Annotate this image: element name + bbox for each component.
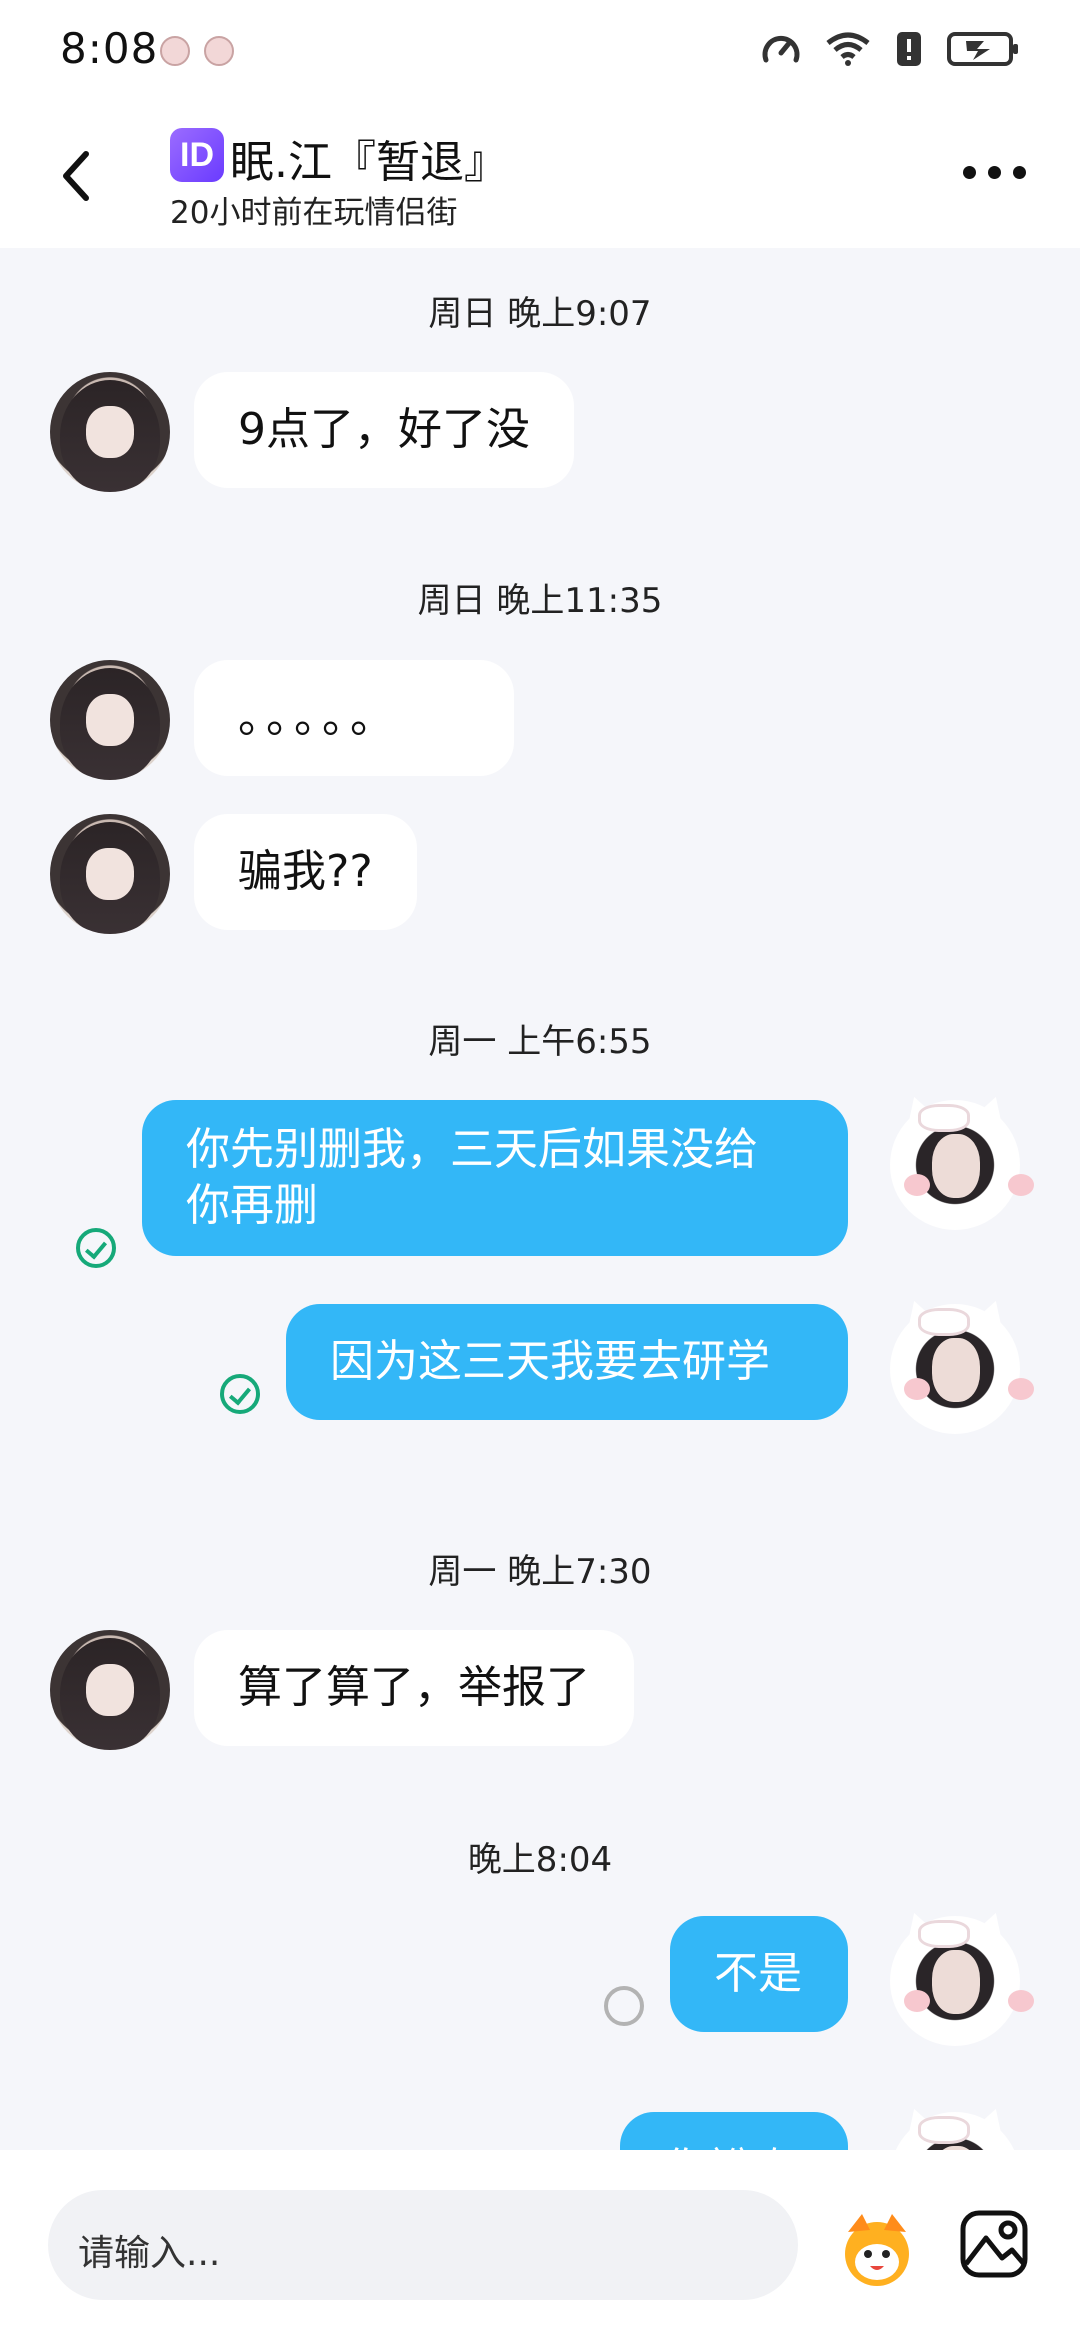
status-time: 8:08 — [60, 24, 159, 73]
contact-avatar[interactable] — [50, 1630, 170, 1750]
chevron-left-icon[interactable] — [56, 146, 96, 206]
timestamp: 周日 晚上11:35 — [417, 581, 663, 621]
contact-avatar[interactable] — [50, 660, 170, 780]
incoming-message: 。。。。。 — [194, 660, 514, 776]
speedometer-icon — [762, 36, 800, 63]
battery-charging-icon — [947, 32, 1018, 66]
user-avatar[interactable] — [890, 1906, 1034, 2046]
contact-avatar[interactable] — [50, 372, 170, 492]
user-avatar[interactable] — [890, 2102, 1020, 2150]
wifi-icon — [826, 32, 870, 66]
notification-pig-icon — [204, 36, 234, 66]
timestamp: 周一 晚上7:30 — [428, 1552, 652, 1592]
input-placeholder: 请输入... — [78, 2233, 221, 2274]
outgoing-message: 你先别删我，三天后如果没给 你再删 — [142, 1100, 848, 1256]
input-bar: 请输入... — [0, 2150, 1080, 2340]
notification-pig-icon — [160, 36, 190, 66]
message-input[interactable]: 请输入... — [48, 2190, 798, 2300]
read-check-icon — [220, 1374, 260, 1414]
timestamp: 周日 晚上9:07 — [428, 294, 652, 334]
incoming-message: 算了算了，举报了 — [194, 1630, 634, 1746]
incoming-message: 9点了，好了没 — [194, 372, 574, 488]
image-gallery-icon[interactable] — [958, 2208, 1030, 2280]
incoming-message: 骗我?? — [194, 814, 417, 930]
read-check-icon — [76, 1228, 116, 1268]
timestamp: 晚上8:04 — [467, 1840, 613, 1880]
more-horizontal-icon[interactable] — [963, 166, 1026, 179]
status-icons — [760, 28, 1020, 70]
outgoing-message: 你說吻 — [620, 2112, 848, 2150]
contact-avatar[interactable] — [50, 814, 170, 934]
outgoing-message: 不是 — [670, 1916, 848, 2032]
contact-name[interactable]: 眠.江『暂退』 — [230, 126, 508, 190]
timestamp: 周一 上午6:55 — [428, 1022, 652, 1062]
user-avatar[interactable] — [890, 1294, 1034, 1434]
outgoing-message: 因为这三天我要去研学 — [286, 1304, 848, 1420]
id-badge: ID — [170, 128, 224, 182]
mascot-emoji-icon[interactable] — [832, 2204, 922, 2294]
user-avatar[interactable] — [890, 1090, 1034, 1230]
sending-status-icon — [604, 1986, 644, 2026]
alert-icon — [897, 32, 921, 66]
chat-thread[interactable]: 周日 晚上9:07 9点了，好了没 周日 晚上11:35 。。。。。 骗我?? … — [0, 248, 1080, 2150]
contact-status: 20小时前在玩情侣街 — [170, 195, 458, 231]
top-bar: 8:08 ID 眠.江『暂退』 20小时前在玩情侣街 — [0, 0, 1080, 248]
